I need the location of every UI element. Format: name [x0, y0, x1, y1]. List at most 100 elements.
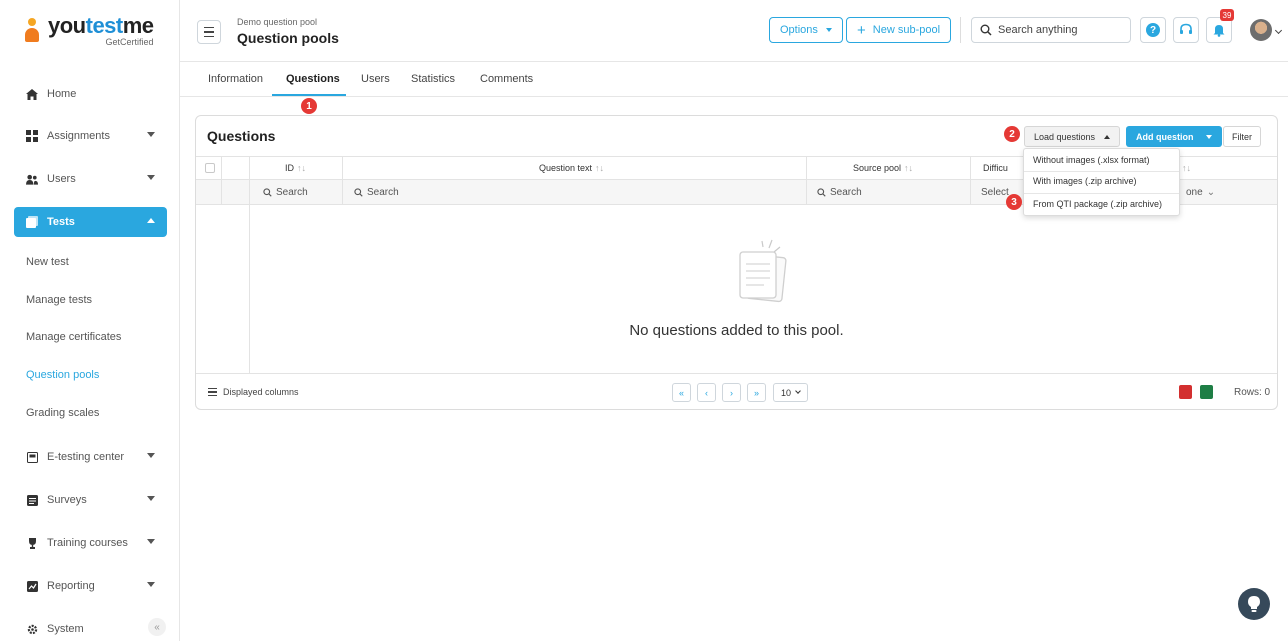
tab-information[interactable]: Information — [208, 73, 263, 85]
search-icon — [354, 188, 363, 197]
caret-up-icon — [1104, 134, 1111, 139]
sidebar-item-home[interactable]: Home — [14, 79, 167, 109]
filter-button[interactable]: Filter — [1223, 126, 1261, 147]
sidebar-item-users[interactable]: Users — [14, 164, 167, 194]
chevron-down-icon — [147, 132, 155, 137]
sidebar-subitem-manage-tests[interactable]: Manage tests — [26, 294, 92, 306]
help-button[interactable]: ? — [1140, 17, 1166, 43]
lightbulb-icon — [1248, 596, 1260, 612]
help-icon: ? — [1146, 23, 1160, 37]
column-divider — [342, 156, 343, 205]
active-tab-indicator — [272, 94, 346, 96]
column-header-difficulty[interactable]: Difficu — [983, 163, 1008, 173]
displayed-columns-button[interactable]: Displayed columns — [208, 387, 299, 397]
tab-bar: Information Questions Users Statistics C… — [180, 62, 1288, 97]
reporting-icon — [26, 580, 38, 592]
menu-toggle-button[interactable] — [197, 20, 221, 44]
avatar[interactable] — [1250, 19, 1272, 41]
notifications-count-badge: 39 — [1220, 9, 1234, 21]
logo-icon — [22, 18, 42, 44]
sidebar-item-assignments[interactable]: Assignments — [14, 121, 167, 151]
question-text-search-input[interactable]: Search — [354, 187, 399, 198]
first-page-button[interactable]: « — [672, 383, 691, 402]
chevron-down-icon: ⌄ — [1206, 187, 1216, 198]
chevron-down-icon — [147, 539, 155, 544]
column-header-id[interactable]: ID ↑↓ — [285, 163, 306, 173]
tab-users[interactable]: Users — [361, 73, 390, 85]
home-icon — [26, 88, 38, 100]
tests-icon — [26, 216, 38, 228]
difficulty-filter-select[interactable]: Select — [981, 187, 1009, 198]
e-testing-icon — [26, 451, 38, 463]
users-icon — [26, 173, 38, 185]
chevron-down-icon — [795, 388, 801, 394]
column-header-source-pool[interactable]: Source pool ↑↓ — [853, 163, 913, 173]
chevron-down-icon — [147, 453, 155, 458]
step-marker-2: 2 — [1004, 126, 1020, 142]
sidebar-item-tests[interactable]: Tests — [14, 207, 167, 237]
menu-item-from-qti-package[interactable]: From QTI package (.zip archive) — [1033, 199, 1162, 209]
column-header-question-text[interactable]: Question text ↑↓ — [539, 163, 604, 173]
menu-divider — [1024, 171, 1179, 172]
tab-questions[interactable]: Questions — [286, 73, 340, 85]
tips-button[interactable] — [1238, 588, 1270, 620]
sidebar-item-reporting[interactable]: Reporting — [14, 571, 167, 601]
header-divider — [960, 17, 961, 43]
columns-icon — [208, 388, 217, 396]
page-size-select[interactable]: 10 — [773, 383, 808, 402]
sort-icon: ↑↓ — [595, 163, 605, 173]
chevron-down-icon — [147, 582, 155, 587]
support-button[interactable] — [1173, 17, 1199, 43]
sort-icon: ↑↓ — [1182, 163, 1191, 173]
menu-item-with-images[interactable]: With images (.zip archive) — [1033, 176, 1137, 186]
sidebar-subitem-new-test[interactable]: New test — [26, 256, 69, 268]
sidebar-subitem-question-pools[interactable]: Question pools — [26, 369, 99, 381]
empty-state-message: No questions added to this pool. — [629, 322, 844, 339]
column-header-last[interactable]: ↑↓ — [1179, 163, 1191, 173]
step-marker-3: 3 — [1006, 194, 1022, 210]
caret-down-icon — [825, 28, 832, 32]
step-marker-1: 1 — [301, 98, 317, 114]
breadcrumb[interactable]: Demo question pool — [237, 17, 317, 27]
last-page-button[interactable]: » — [747, 383, 766, 402]
menu-item-without-images[interactable]: Without images (.xlsx format) — [1033, 155, 1150, 165]
sidebar-item-system[interactable]: System — [14, 614, 167, 641]
top-header: Demo question pool Question pools Option… — [180, 0, 1288, 62]
assignments-icon — [26, 130, 38, 142]
chevron-down-icon[interactable] — [1274, 26, 1283, 35]
options-button[interactable]: Options — [769, 17, 843, 43]
trophy-icon — [26, 537, 38, 549]
id-search-input[interactable]: Search — [263, 187, 308, 198]
logo[interactable]: youtestme GetCertified — [0, 0, 179, 62]
menu-divider — [1024, 193, 1179, 194]
excel-export-icon[interactable] — [1200, 385, 1213, 399]
sidebar-item-surveys[interactable]: Surveys — [14, 485, 167, 515]
source-pool-search-input[interactable]: Search — [817, 187, 862, 198]
load-questions-button[interactable]: Load questions — [1024, 126, 1121, 147]
logo-name: youtestme — [48, 13, 154, 38]
chevron-down-icon — [147, 496, 155, 501]
search-input[interactable]: Search anything — [971, 17, 1131, 43]
sidebar-subitem-manage-certificates[interactable]: Manage certificates — [26, 331, 121, 343]
pdf-export-icon[interactable] — [1179, 385, 1192, 399]
next-page-button[interactable]: › — [722, 383, 741, 402]
select-all-checkbox[interactable] — [205, 163, 215, 173]
sidebar-item-training-courses[interactable]: Training courses — [14, 528, 167, 558]
new-sub-pool-button[interactable]: + New sub-pool — [846, 17, 952, 43]
sidebar-subitem-grading-scales[interactable]: Grading scales — [26, 407, 99, 419]
sidebar-collapse-button[interactable]: « — [148, 618, 166, 636]
search-icon — [263, 188, 272, 197]
add-question-button[interactable]: Add question — [1126, 126, 1222, 147]
table-footer: Displayed columns « ‹ › » 10 Rows: 0 — [196, 373, 1277, 410]
sidebar-item-e-testing-center[interactable]: E-testing center — [14, 442, 167, 472]
chevron-down-icon — [147, 175, 155, 180]
previous-page-button[interactable]: ‹ — [697, 383, 716, 402]
headset-icon — [1180, 23, 1192, 34]
surveys-icon — [26, 494, 38, 506]
column-divider — [970, 156, 971, 205]
load-questions-menu: Without images (.xlsx format) With image… — [1023, 148, 1180, 216]
rows-count: Rows: 0 — [1234, 387, 1271, 398]
last-column-filter-select[interactable]: one ⌄ — [1186, 187, 1215, 198]
tab-comments[interactable]: Comments — [480, 73, 533, 85]
tab-statistics[interactable]: Statistics — [411, 73, 455, 85]
